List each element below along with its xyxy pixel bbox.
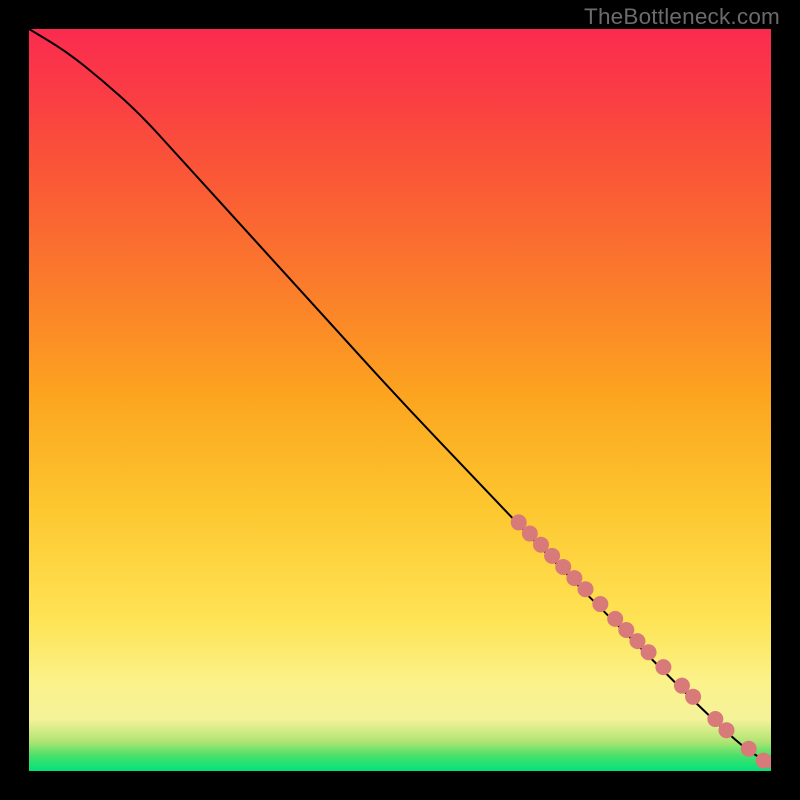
chart-marker xyxy=(641,644,657,660)
chart-marker xyxy=(685,689,701,705)
chart-marker xyxy=(592,596,608,612)
chart-marker xyxy=(655,659,671,675)
chart-marker xyxy=(741,741,757,757)
chart-marker xyxy=(718,722,734,738)
chart-plot xyxy=(29,29,771,771)
chart-marker xyxy=(578,581,594,597)
watermark-text: TheBottleneck.com xyxy=(584,4,780,30)
chart-frame: TheBottleneck.com xyxy=(0,0,800,800)
